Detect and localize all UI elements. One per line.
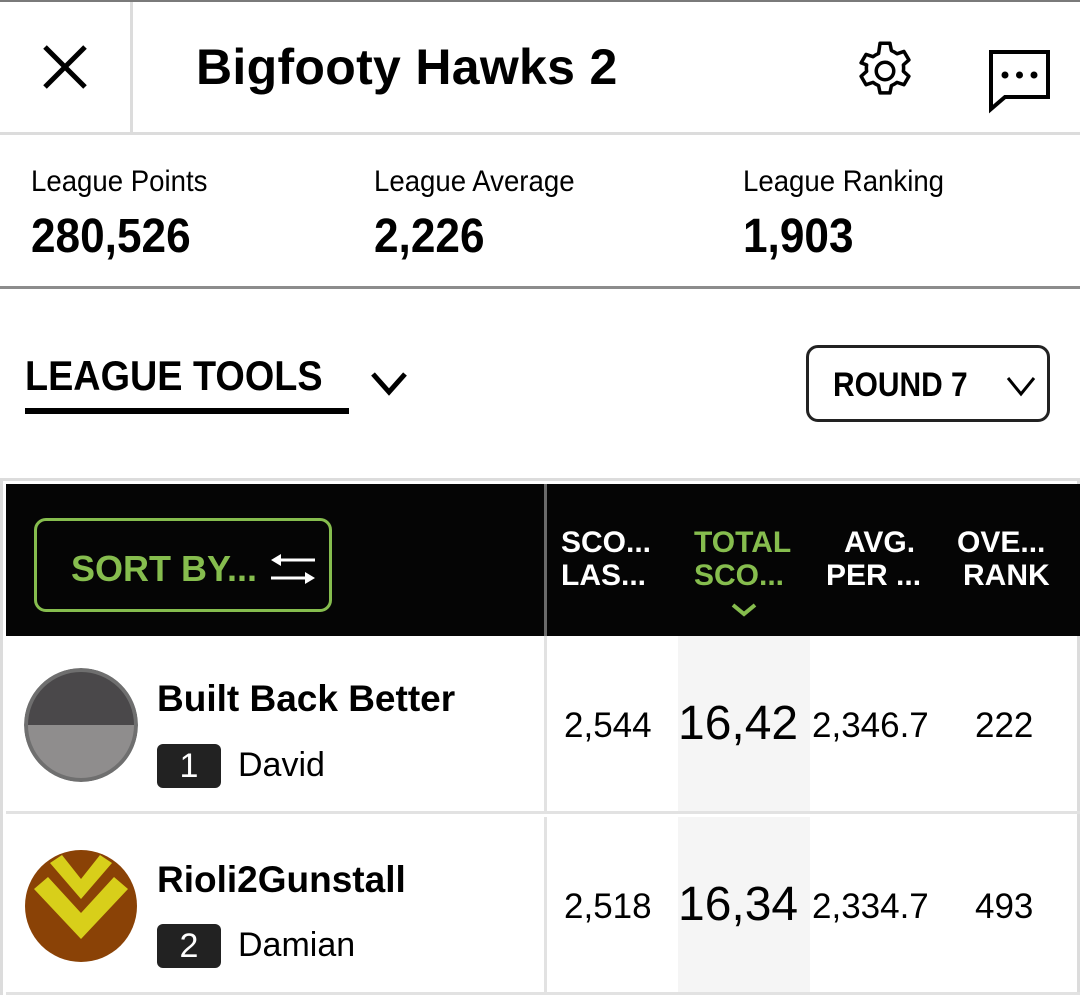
stat-label: League Points	[31, 165, 208, 198]
column-header-overall-rank[interactable]: OVE... RANK	[957, 526, 1050, 592]
column-header-total-score[interactable]: TOTAL SCO...	[694, 526, 791, 592]
app-header: Bigfooty Hawks 2	[0, 0, 1080, 135]
team-avatar	[24, 849, 138, 963]
team-name: Built Back Better	[157, 678, 456, 719]
league-tools-dropdown[interactable]: LEAGUE TOOLS	[25, 352, 407, 414]
round-select[interactable]: ROUND 7	[806, 345, 1050, 422]
column-header-line: TOTAL	[694, 526, 792, 559]
brown-yellow-chevron-avatar-icon	[25, 850, 137, 962]
column-header-line: LAS...	[561, 559, 647, 592]
column-header-line: AVG.	[843, 526, 916, 559]
column-header-line: SCO...	[694, 559, 785, 592]
overall-rank-cell: 493	[975, 887, 1034, 926]
score-last-cell: 2,544	[564, 706, 652, 745]
chat-bubble-ellipsis-icon	[989, 50, 1050, 114]
header-divider	[544, 484, 547, 636]
league-stats: League Points 280,526 League Average 2,2…	[0, 135, 1080, 289]
total-score-cell: 16,34	[678, 878, 799, 931]
total-score-cell: 16,42	[678, 697, 799, 750]
overall-rank-cell: 222	[975, 706, 1034, 745]
rank-badge: 1	[157, 744, 221, 788]
row-divider	[544, 636, 547, 811]
row-divider	[544, 817, 547, 992]
close-button[interactable]	[0, 2, 133, 132]
sort-by-button[interactable]: SORT BY...	[34, 518, 332, 612]
chat-button[interactable]	[982, 44, 1057, 119]
stat-league-ranking: League Ranking 1,903	[743, 165, 962, 264]
stat-league-average: League Average 2,226	[374, 165, 592, 264]
owner-name: David	[238, 746, 325, 784]
sort-by-label: SORT BY...	[71, 548, 258, 589]
column-header-line: PER ...	[826, 559, 922, 592]
league-table: SORT BY... SCO... LAS... TOTAL SCO... AV…	[0, 478, 1080, 995]
table-row[interactable]: Rioli2Gunstall 2 Damian 2,518 16,34 2,33…	[6, 817, 1080, 995]
score-last-cell: 2,518	[564, 887, 652, 926]
league-tools-underline	[25, 408, 349, 414]
sort-descending-chevron-icon	[731, 603, 757, 617]
avg-per-cell: 2,346.7	[812, 706, 929, 745]
round-select-value: ROUND 7	[833, 366, 968, 404]
stat-label: League Average	[374, 165, 575, 198]
owner-name: Damian	[238, 926, 356, 964]
table-row[interactable]: Built Back Better 1 David 2,544 16,42 2,…	[6, 636, 1080, 814]
rank-badge: 2	[157, 924, 221, 968]
column-header-line: SCO...	[561, 526, 652, 559]
stat-value: 280,526	[31, 210, 191, 263]
chevron-down-icon	[1006, 377, 1036, 397]
team-name: Rioli2Gunstall	[157, 859, 406, 900]
team-avatar	[24, 668, 138, 782]
column-header-line: RANK	[963, 559, 1050, 592]
league-tools-label: LEAGUE TOOLS	[25, 352, 323, 399]
swap-arrows-icon	[271, 554, 315, 584]
column-header-score-last[interactable]: SCO... LAS...	[561, 526, 651, 592]
gear-icon	[859, 41, 911, 95]
stat-value: 1,903	[743, 210, 854, 263]
stat-league-points: League Points 280,526	[31, 165, 223, 264]
column-header-avg-per[interactable]: AVG. PER ...	[826, 526, 921, 592]
avg-per-cell: 2,334.7	[812, 887, 929, 926]
chevron-down-icon	[371, 372, 407, 396]
settings-button[interactable]	[850, 36, 920, 106]
column-header-line: OVE...	[957, 526, 1046, 559]
close-icon	[43, 45, 87, 89]
gray-half-circle-avatar-icon	[24, 668, 138, 782]
table-header: SORT BY... SCO... LAS... TOTAL SCO... AV…	[6, 484, 1080, 636]
page-title: Bigfooty Hawks 2	[196, 39, 618, 95]
stat-label: League Ranking	[743, 165, 945, 198]
stat-value: 2,226	[374, 210, 485, 263]
